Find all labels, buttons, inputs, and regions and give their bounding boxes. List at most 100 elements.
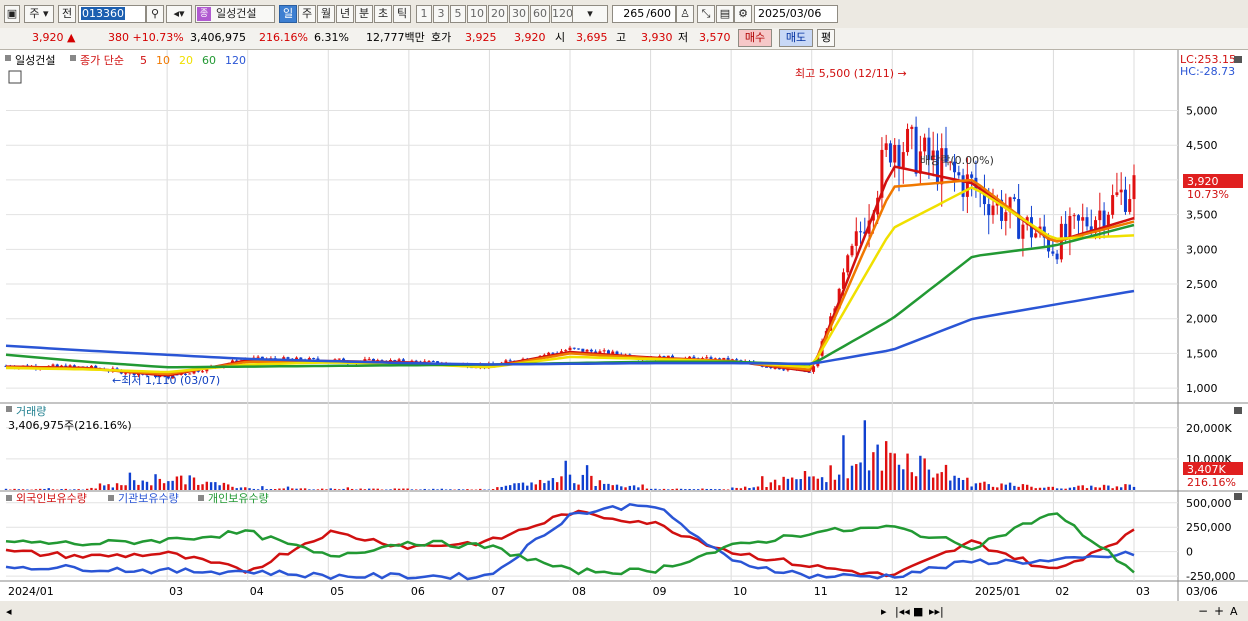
period-tab[interactable]: 년 [336,5,354,23]
x-tick-label: 06 [411,585,425,598]
candle-body [1123,189,1127,212]
speaker-icon[interactable]: ◂▾ [166,5,192,23]
low-label: 저 [678,31,689,44]
stock-code-input[interactable]: 013360 [78,5,146,23]
volume-bar [632,485,636,490]
maximize-icon[interactable] [1234,407,1242,414]
candle-type-icon[interactable]: ♙ [676,5,694,23]
candle-body [735,359,739,361]
zoom-out-icon[interactable]: − [1198,604,1208,618]
prev-button[interactable]: 전 [58,5,76,23]
volume-bar [252,488,256,490]
volume-bar [1051,486,1055,490]
volume-bar [406,488,409,490]
save-icon[interactable]: ▤ [716,5,734,23]
volume-bar [1017,486,1020,490]
period-tab[interactable]: 월 [317,5,335,23]
volume-bar [1115,486,1119,490]
volume-bar [414,489,418,490]
window-icon[interactable]: ▣ [4,5,20,23]
volume-bar [765,487,768,490]
scroll-left-icon[interactable]: ◂ [6,605,12,618]
gear-icon[interactable]: ⚙ [734,5,752,23]
low-price: 3,570 [699,31,731,44]
volume-bar [534,484,538,490]
interval-tab[interactable]: 1 [416,5,432,23]
volume-bar [201,484,204,490]
volume-bar [743,486,747,490]
period-tab[interactable]: 일 [279,5,297,23]
interval-dropdown[interactable]: ▾ [572,5,608,23]
y-tick-label: 5,000 [1186,105,1218,118]
zoom-in-icon[interactable]: + [1214,604,1224,618]
stop-icon[interactable]: ■ [913,605,923,618]
interval-tab[interactable]: 120 [551,5,573,23]
volume-bar [957,477,961,490]
period-tab[interactable]: 분 [355,5,373,23]
volume-bar [884,441,888,490]
volume-bar [611,485,614,490]
volume-bar [94,488,97,490]
volume-bar [4,488,8,490]
first-page-icon[interactable]: |◂◂ [895,605,910,618]
candle-body [551,352,555,354]
volume-bar [124,485,127,490]
volume-bar [231,486,234,490]
maximize-icon[interactable] [1234,56,1242,63]
ma-legend-item: 120 [225,54,246,67]
table-toggle-icon[interactable] [8,70,22,84]
interval-tab[interactable]: 3 [433,5,449,23]
volume-bar [602,483,606,490]
count-field[interactable]: 265/600 [612,5,676,23]
volume-bar [761,476,764,490]
period-tab[interactable]: 초 [374,5,392,23]
chart-area[interactable]: 2024/01 03 04 05 06 07 08 09 10 11 12 2025/01 02 03 03… [0,50,1248,621]
volume-bar [158,478,162,490]
date-field[interactable]: 2025/03/06 [754,5,838,23]
evaluate-button[interactable]: 평 [817,29,835,47]
search-icon[interactable]: ⚲ [146,5,164,23]
period-tab[interactable]: 틱 [393,5,411,23]
volume-bar [684,489,687,490]
scrollbar[interactable] [0,601,1248,621]
volume-bar [261,486,264,490]
hoga-label: 호가 [431,31,452,44]
interval-tab[interactable]: 60 [530,5,550,23]
x-tick-label: 10 [733,585,747,598]
stock-label: 일성건설 [15,53,55,67]
volume-bar [350,488,354,490]
interval-tab[interactable]: 10 [467,5,487,23]
interval-tab[interactable]: 30 [509,5,529,23]
candle-body [893,144,897,163]
x-tick-label: 04 [250,585,264,598]
legend-marker-icon [108,495,114,501]
volume-bar [111,487,115,490]
volume-bar [803,471,807,490]
sell-button[interactable]: 매도 [779,29,813,47]
volume-bar [662,488,666,490]
period-tab[interactable]: 주 [298,5,316,23]
interval-tab[interactable]: 20 [488,5,508,23]
volume-bar [376,488,379,490]
draw-tool-icon[interactable]: ⤡ [697,5,715,23]
last-page-icon[interactable]: ▸▸| [929,605,944,618]
interval-tab[interactable]: 5 [450,5,466,23]
volume-bar [372,488,375,490]
market-type-dropdown[interactable]: 주 ▾ [24,5,54,23]
current-change-tag: 10.73% [1187,188,1229,201]
volume-bar [867,470,871,490]
volume-bar [564,460,567,490]
maximize-icon[interactable] [1234,493,1242,500]
volume-bar [829,465,832,490]
bid-price: 3,920 [514,31,546,44]
x-tick-label: 03 [1136,585,1150,598]
buy-button[interactable]: 매수 [738,29,772,47]
candle-body [1128,199,1132,212]
candle-body [201,371,205,373]
candle-body [508,360,512,362]
scroll-right-icon[interactable]: ▸ [881,605,887,618]
volume-bar [1047,486,1050,490]
open-price: 3,695 [576,31,608,44]
auto-icon[interactable]: A [1230,605,1238,618]
candle-body [1021,224,1025,239]
